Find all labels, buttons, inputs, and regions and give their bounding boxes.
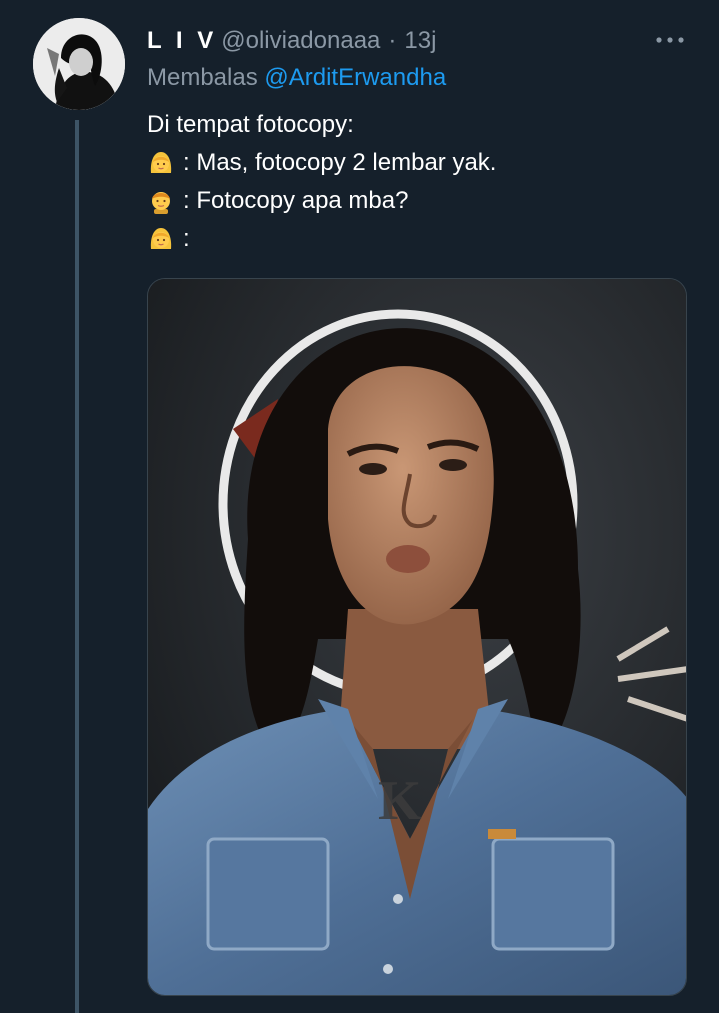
tweet-line-text: Di tempat fotocopy: <box>147 111 354 138</box>
more-options-button[interactable] <box>652 30 688 50</box>
avatar[interactable] <box>33 18 125 110</box>
woman-emoji-icon <box>150 228 172 249</box>
reply-prefix: Membalas <box>147 64 258 91</box>
man-emoji-icon <box>152 192 170 214</box>
tweet-line-text: : Fotocopy apa mba? <box>183 187 409 214</box>
tweet: L I V @oliviadonaaa · 13j Membalas @Ardi… <box>0 0 719 1013</box>
display-name[interactable]: L I V <box>147 27 217 55</box>
thread-line <box>75 120 79 1013</box>
photo-long-haired-man-denim-shirt: K <box>148 279 686 995</box>
tweet-line: : Fotocopy apa mba? <box>147 182 687 220</box>
tweet-line: Di tempat fotocopy: <box>147 106 687 144</box>
reply-mention-link[interactable]: @ArditErwandha <box>264 64 446 91</box>
tweet-line: : <box>147 220 687 258</box>
tweet-header: L I V @oliviadonaaa · 13j <box>147 24 436 58</box>
timestamp[interactable]: 13j <box>404 27 436 55</box>
svg-text:K: K <box>378 770 422 832</box>
tweet-text: Di tempat fotocopy: : Mas, fotocopy 2 le… <box>147 106 687 258</box>
avatar-photo <box>33 18 125 110</box>
woman-emoji-icon <box>150 152 172 173</box>
tweet-line-text: : <box>183 225 190 252</box>
replying-to: Membalas @ArditErwandha <box>147 64 446 92</box>
tweet-line: : Mas, fotocopy 2 lembar yak. <box>147 144 687 182</box>
more-horizontal-icon <box>656 37 684 43</box>
separator-dot: · <box>388 27 397 54</box>
tweet-photo[interactable]: K <box>147 278 687 996</box>
tweet-line-text: : Mas, fotocopy 2 lembar yak. <box>183 149 497 176</box>
user-handle[interactable]: @oliviadonaaa <box>221 27 380 55</box>
